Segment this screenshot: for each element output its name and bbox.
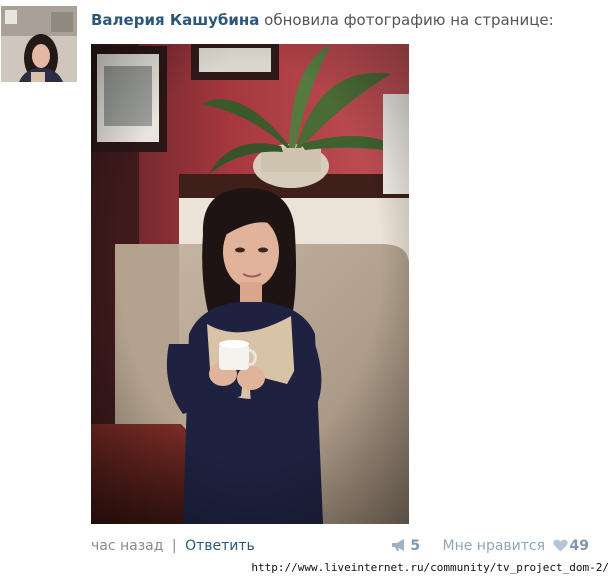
share-button[interactable]: 5	[391, 536, 420, 556]
feed-post: Валерия Кашубина обновила фотографию на …	[0, 0, 611, 577]
like-label: Мне нравится	[442, 538, 546, 554]
post-time[interactable]: час назад	[91, 538, 163, 554]
avatar-image	[1, 6, 77, 82]
footer-separator: |	[171, 538, 177, 554]
like-count: 49	[569, 538, 589, 554]
author-avatar[interactable]	[1, 6, 77, 82]
post-stats: 5 Мне нравится 49	[391, 536, 589, 556]
megaphone-icon	[392, 539, 405, 551]
watermark-url: http://www.liveinternet.ru/community/tv_…	[249, 561, 611, 575]
author-name-link[interactable]: Валерия Кашубина	[91, 11, 259, 29]
post-header: Валерия Кашубина обновила фотографию на …	[91, 10, 554, 30]
photo-image	[91, 44, 409, 524]
post-action-text: обновила фотографию на странице:	[264, 11, 554, 29]
reply-link[interactable]: Ответить	[185, 538, 255, 554]
post-footer: час назад | Ответить 5 Мне нравится 49	[91, 536, 591, 556]
like-button[interactable]: Мне нравится 49	[443, 536, 589, 556]
heart-icon	[552, 539, 568, 552]
share-count: 5	[410, 538, 421, 554]
post-photo[interactable]	[91, 44, 409, 524]
